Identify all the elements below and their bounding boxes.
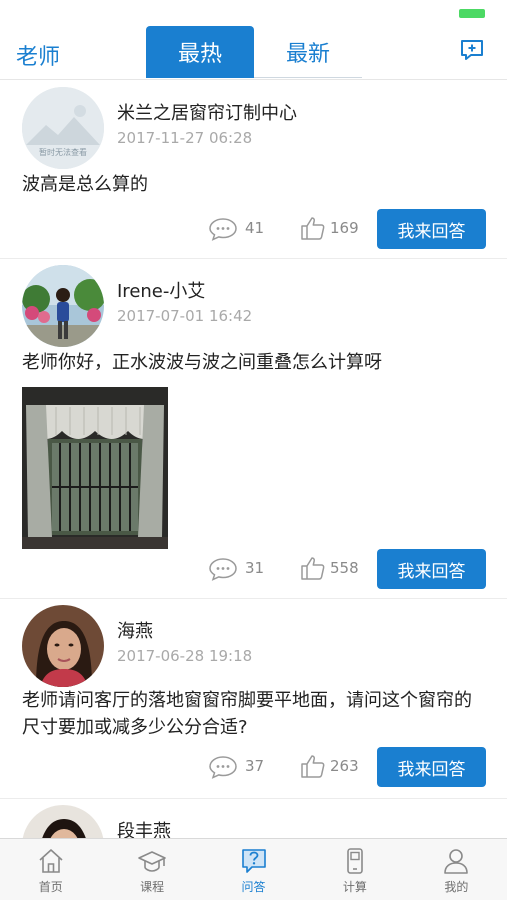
tab-calculate[interactable]: 计算 [304,839,405,900]
avatar-placeholder-text: 暂时无法查看 [39,148,87,157]
question-text: 波高是总么算的 [22,174,148,195]
avatar[interactable] [22,265,104,347]
thumbs-up-icon[interactable] [300,215,326,241]
comment-icon[interactable] [208,755,238,779]
post-time: 2017-07-01 16:42 [117,307,253,325]
home-icon [39,849,63,873]
list-item[interactable]: Irene-小艾 2017-07-01 16:42 老师你好，正水波波与波之间重… [0,259,507,599]
like-count: 169 [330,219,359,237]
add-comment-icon[interactable] [459,38,485,62]
calculator-icon [347,848,363,874]
author-name: 米兰之居窗帘订制中心 [117,103,297,124]
tab-courses[interactable]: 课程 [101,839,202,900]
tab-label: 课程 [140,880,165,894]
tab-mine[interactable]: 我的 [406,839,507,900]
curtain-photo[interactable] [22,387,168,549]
thumbs-up-icon[interactable] [300,753,326,779]
author-name: Irene-小艾 [117,281,206,302]
question-text: 老师请问客厅的落地窗窗帘脚要平地面，请问这个窗帘的尺寸要加或减多少公分合适? [22,690,472,738]
post-actions: 41 169 我来回答 [0,209,507,249]
tab-qa[interactable]: 问答 [203,839,304,900]
avatar[interactable]: 暂时无法查看 [22,87,104,169]
question-icon [241,849,266,873]
post-time: 2017-06-28 19:18 [117,647,253,665]
tab-label: 计算 [342,880,367,894]
list-item[interactable]: 段丰燕 [0,799,507,838]
list-item[interactable]: 海燕 2017-06-28 19:18 老师请问客厅的落地窗窗帘脚要平地面，请问… [0,599,507,799]
user-icon [444,849,469,874]
tab-hot[interactable]: 最热 [146,26,254,78]
answer-button[interactable]: 我来回答 [377,209,486,249]
header: 老师 最热 最新 [0,22,507,80]
avatar[interactable] [22,805,104,838]
question-text: 老师你好，正水波波与波之间重叠怎么计算呀 [22,352,382,373]
battery-icon [459,9,485,18]
post-time: 2017-11-27 06:28 [117,129,253,147]
comment-icon[interactable] [208,217,238,241]
author-name: 段丰燕 [117,821,171,838]
like-count: 263 [330,757,359,775]
avatar[interactable] [22,605,104,687]
comment-icon[interactable] [208,557,238,581]
tab-label: 我的 [444,880,469,894]
comment-count: 31 [245,559,265,577]
post-actions: 37 263 我来回答 [0,747,507,787]
answer-button[interactable]: 我来回答 [377,747,486,787]
tab-label: 首页 [38,880,63,894]
bottom-tab-bar: 首页 课程 问答 计算 我的 [0,838,507,900]
list-item[interactable]: 暂时无法查看 米兰之居窗帘订制中心 2017-11-27 06:28 波高是总么… [0,81,507,259]
teacher-link[interactable]: 老师 [16,39,60,71]
comment-count: 37 [245,757,265,775]
status-bar [0,0,507,22]
question-feed: 暂时无法查看 米兰之居窗帘订制中心 2017-11-27 06:28 波高是总么… [0,81,507,838]
sort-segmented-control: 最热 最新 [146,26,362,78]
graduation-cap-icon [138,851,166,872]
tab-new[interactable]: 最新 [254,26,362,78]
author-name: 海燕 [117,621,153,642]
like-count: 558 [330,559,359,577]
comment-count: 41 [245,219,265,237]
answer-button[interactable]: 我来回答 [377,549,486,589]
post-actions: 31 558 我来回答 [0,549,507,589]
tab-home[interactable]: 首页 [0,839,101,900]
tab-label: 问答 [241,880,266,894]
thumbs-up-icon[interactable] [300,555,326,581]
